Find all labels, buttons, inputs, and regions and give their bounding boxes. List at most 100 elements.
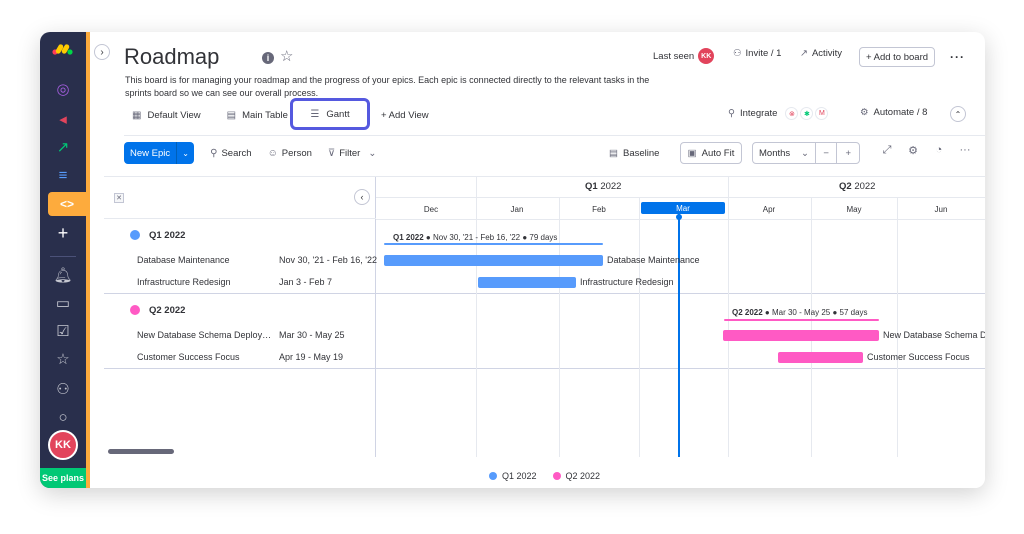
marketing-icon[interactable]: ◂: [52, 108, 74, 130]
quarter-divider: [476, 177, 477, 197]
toolbar-icons: ⤢ ⚙ ◔ ···: [874, 144, 978, 157]
automate-button[interactable]: ⚙ Automate / 8: [860, 107, 927, 118]
trend-icon[interactable]: ↗: [52, 136, 74, 158]
favorite-star-icon[interactable]: ☆: [280, 47, 293, 65]
header-divider: [376, 197, 985, 198]
dev-icon[interactable]: <>: [48, 192, 86, 216]
inbox-icon[interactable]: ▭: [52, 292, 74, 314]
month-gridline: [897, 197, 898, 457]
baseline-icon: ▤: [609, 147, 618, 159]
group-title: Q2 2022: [149, 304, 186, 316]
chat-icon[interactable]: ◔: [926, 144, 952, 157]
calendar-check-icon[interactable]: ☑: [52, 320, 74, 342]
gantt-bar[interactable]: [478, 277, 576, 288]
group-header-q2[interactable]: Q2 2022: [130, 303, 185, 317]
add-icon[interactable]: +: [52, 222, 74, 244]
zoom-control: Months ⌄ − +: [752, 142, 860, 164]
fullscreen-icon[interactable]: ⤢: [874, 144, 900, 157]
zoom-in-button[interactable]: +: [837, 143, 859, 163]
item-name[interactable]: Infrastructure Redesign: [137, 277, 272, 287]
workspace-accent-bar: [86, 32, 90, 488]
horizontal-scrollbar[interactable]: [108, 449, 174, 454]
integrate-button[interactable]: ⚲ Integrate ⊗ ✱ M: [728, 107, 829, 120]
month-gridline: [639, 197, 640, 457]
chevron-down-icon[interactable]: ⌄: [368, 148, 376, 159]
tab-main-table[interactable]: ▤ Main Table: [227, 104, 288, 126]
auto-fit-button[interactable]: ▣ Auto Fit: [680, 142, 742, 164]
add-user-icon[interactable]: ⚇: [52, 378, 74, 400]
item-dates: Apr 19 - May 19: [279, 352, 344, 362]
gantt-legend: Q1 2022 Q2 2022: [104, 463, 985, 488]
item-name[interactable]: New Database Schema Deployment: [137, 330, 272, 340]
projects-icon[interactable]: ≡: [52, 164, 74, 186]
item-name[interactable]: Database Maintenance: [137, 255, 272, 265]
chevron-up-icon[interactable]: ⌃: [950, 106, 966, 122]
item-name[interactable]: Customer Success Focus: [137, 352, 272, 362]
last-seen-label: Last seen: [653, 50, 695, 62]
see-plans-button[interactable]: See plans: [40, 468, 86, 488]
person-filter-button[interactable]: ☺ Person: [268, 148, 312, 159]
summary-range: Nov 30, '21 - Feb 16, '22: [432, 233, 521, 242]
board-toolbar: New Epic ⌄ ⚲ Search ☺ Person ⊽ Filter ⌄: [124, 142, 376, 164]
gantt-bar[interactable]: [778, 352, 863, 363]
settings-icon[interactable]: ⚙: [900, 144, 926, 157]
zoom-out-button[interactable]: −: [816, 143, 838, 163]
today-line: [678, 214, 680, 457]
last-seen[interactable]: Last seen KK: [653, 48, 715, 64]
legend-label: Q1 2022: [501, 471, 537, 481]
month-label: Apr: [762, 205, 776, 214]
gantt-item-list: ✕ ‹ Q1 2022 Database Maintenance Nov 30,…: [104, 177, 377, 457]
more-options-icon[interactable]: ···: [952, 144, 978, 157]
workspace-icon[interactable]: ◎: [52, 78, 74, 100]
gantt-bar[interactable]: [723, 330, 879, 341]
collapse-all-icon[interactable]: ✕: [114, 193, 124, 203]
baseline-button[interactable]: ▤ Baseline: [609, 142, 659, 164]
activity-button[interactable]: ↗ Activity: [800, 48, 842, 59]
tab-add-view[interactable]: + Add View: [381, 104, 429, 126]
group-color-dot: [130, 230, 140, 240]
item-list-header: ✕ ‹: [104, 177, 376, 219]
add-to-board-button[interactable]: + Add to board: [859, 47, 935, 67]
quarter-year: 2022: [854, 181, 876, 192]
legend-dot: [488, 472, 497, 480]
star-icon[interactable]: ☆: [52, 348, 74, 370]
gantt-bar[interactable]: [384, 255, 603, 266]
chevron-down-icon: ⌄: [800, 147, 809, 159]
gantt-bar-label: Database Maintenance: [607, 255, 700, 265]
info-icon[interactable]: i: [262, 52, 274, 64]
item-dates: Nov 30, '21 - Feb 16, '22: [279, 255, 377, 265]
avatar[interactable]: KK: [48, 430, 78, 460]
integration-logo-icon: ⊗: [785, 107, 799, 120]
chevron-down-icon[interactable]: ⌄: [176, 142, 194, 164]
zoom-select[interactable]: Months ⌄: [753, 143, 816, 163]
tab-default-view[interactable]: ▦ Default View: [132, 104, 201, 126]
search-icon[interactable]: ○: [52, 406, 74, 428]
month-label: May: [846, 205, 862, 214]
search-button[interactable]: ⚲ Search: [210, 148, 251, 159]
new-epic-button[interactable]: New Epic ⌄: [124, 142, 195, 164]
group-summary-label: Q1 2022 ● Nov 30, '21 - Feb 16, '22 ● 79…: [393, 233, 558, 242]
chevron-left-icon[interactable]: ‹: [354, 189, 370, 205]
person-icon: ⚇: [733, 48, 742, 59]
group-header-q1[interactable]: Q1 2022: [130, 228, 185, 242]
table-icon: ▤: [226, 109, 237, 121]
tab-label: Gantt: [326, 108, 350, 120]
gantt-timeline: Q1 2022 Q2 2022 Dec Jan Feb Mar Apr May: [376, 177, 985, 457]
group-summary-line: [724, 319, 879, 321]
filter-button[interactable]: ⊽ Filter ⌄: [328, 148, 376, 159]
more-options-icon[interactable]: ···: [950, 50, 965, 64]
last-seen-avatar: KK: [698, 48, 715, 64]
gantt-bar-label: New Database Schema D: [883, 330, 985, 340]
monday-logo[interactable]: [52, 42, 74, 56]
invite-button[interactable]: ⚇ Invite / 1: [733, 48, 781, 59]
quarter-label: Q2 2022: [839, 181, 875, 192]
bell-icon[interactable]: 🔔︎: [52, 264, 74, 286]
gmail-icon: M: [815, 107, 829, 120]
quarter-name: Q2: [839, 181, 852, 192]
page-title[interactable]: Roadmap: [124, 44, 219, 70]
tab-gantt[interactable]: ☰ Gantt: [290, 98, 370, 130]
gantt-board: ✕ ‹ Q1 2022 Database Maintenance Nov 30,…: [104, 176, 985, 488]
quarter-divider: [728, 177, 729, 197]
board-main: Roadmap i ☆ This board is for managing y…: [104, 32, 985, 488]
view-tabs: ▦ Default View ▤ Main Table: [132, 104, 288, 126]
